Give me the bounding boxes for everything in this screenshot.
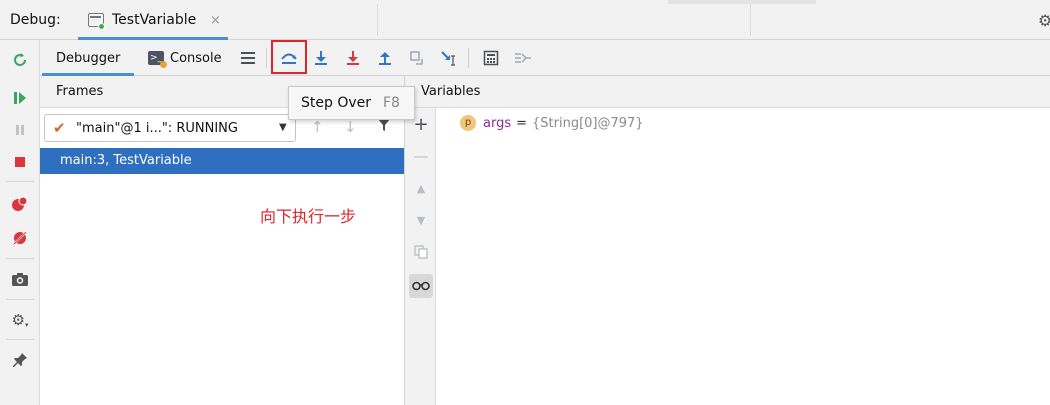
tab-testvariable[interactable]: TestVariable × (78, 4, 228, 40)
debug-titlebar: Debug: TestVariable × ⚙ (0, 0, 1050, 40)
divider (6, 181, 34, 182)
step-over-tooltip: Step Over F8 (288, 86, 415, 120)
faint-strip (668, 0, 816, 4)
thread-selector-value: "main"@1 i...": RUNNING (76, 121, 238, 136)
frame-row-selected[interactable]: main:3, TestVariable (40, 148, 404, 174)
tab-console[interactable]: >_ Console (148, 40, 222, 76)
mute-breakpoints-icon[interactable] (8, 226, 32, 250)
settings-dropdown-icon[interactable]: ⚙ ▾ (8, 308, 32, 332)
duplicate-watch-icon[interactable] (409, 240, 433, 264)
view-breakpoints-icon[interactable] (8, 192, 32, 216)
remove-watch-icon[interactable]: — (409, 144, 433, 168)
tab-title: TestVariable (112, 12, 197, 28)
evaluate-expression-icon[interactable] (478, 45, 504, 71)
annotation-text: 向下执行一步 (260, 207, 357, 226)
camera-icon[interactable] (8, 267, 32, 291)
trace-current-stream-icon[interactable] (510, 45, 536, 71)
divider (750, 4, 751, 36)
tooltip-shortcut: F8 (383, 95, 400, 111)
show-watches-icon[interactable] (409, 274, 433, 298)
pin-icon[interactable] (8, 348, 32, 372)
filter-icon[interactable] (377, 118, 391, 136)
variable-equals: = (516, 115, 528, 131)
previous-frame-icon[interactable]: ↑ (311, 118, 324, 136)
stop-icon[interactable] (8, 150, 32, 174)
frames-title: Frames (56, 84, 104, 99)
running-dot-icon (98, 23, 105, 30)
divider (6, 258, 34, 259)
variables-header: Variables (404, 76, 1050, 108)
variables-title: Variables (421, 84, 481, 99)
divider (377, 4, 378, 36)
tooltip-label: Step Over (301, 95, 371, 111)
check-icon: ✔ (53, 119, 66, 137)
gear-icon[interactable]: ⚙ (1038, 11, 1050, 30)
resume-icon[interactable] (8, 86, 32, 110)
tab-debugger[interactable]: Debugger (56, 40, 120, 76)
tab-console-label: Console (170, 50, 222, 66)
debugger-toolbar: Debugger >_ Console (40, 40, 1050, 76)
variables-panel: p args = {String[0]@797} (436, 108, 1050, 405)
force-step-into-icon[interactable] (340, 45, 366, 71)
frame-row-label: main:3, TestVariable (60, 153, 192, 168)
divider (266, 48, 267, 68)
run-to-cursor-icon[interactable] (436, 45, 462, 71)
parameter-icon: p (460, 115, 476, 131)
close-icon[interactable]: × (210, 13, 221, 28)
variables-side-toolbar: + — ▲ ▼ (404, 108, 436, 405)
divider (6, 299, 34, 300)
divider (468, 48, 469, 68)
variable-value: {String[0]@797} (532, 115, 644, 131)
move-up-icon[interactable]: ▲ (409, 176, 433, 200)
move-down-icon[interactable]: ▼ (409, 208, 433, 232)
rerun-icon[interactable] (8, 48, 32, 72)
tab-debugger-label: Debugger (56, 50, 121, 66)
variable-name: args (483, 115, 512, 131)
debug-label: Debug: (10, 12, 61, 28)
step-out-icon[interactable] (372, 45, 398, 71)
next-frame-icon[interactable]: ↓ (344, 118, 357, 136)
divider (6, 339, 34, 340)
chevron-down-icon: ▼ (279, 122, 287, 133)
show-execution-point-icon[interactable] (235, 45, 261, 71)
step-over-icon[interactable] (276, 45, 302, 71)
step-into-icon[interactable] (308, 45, 334, 71)
left-toolbar: ⚙ ▾ (0, 40, 40, 405)
pause-icon[interactable] (8, 118, 32, 142)
drop-frame-icon[interactable] (404, 45, 430, 71)
console-icon: >_ (148, 51, 167, 68)
frames-panel: ✔ "main"@1 i...": RUNNING ▼ ↑ ↓ main:3, … (40, 108, 404, 405)
thread-selector[interactable]: ✔ "main"@1 i...": RUNNING ▼ (44, 114, 296, 142)
variable-row[interactable]: p args = {String[0]@797} (460, 114, 644, 132)
